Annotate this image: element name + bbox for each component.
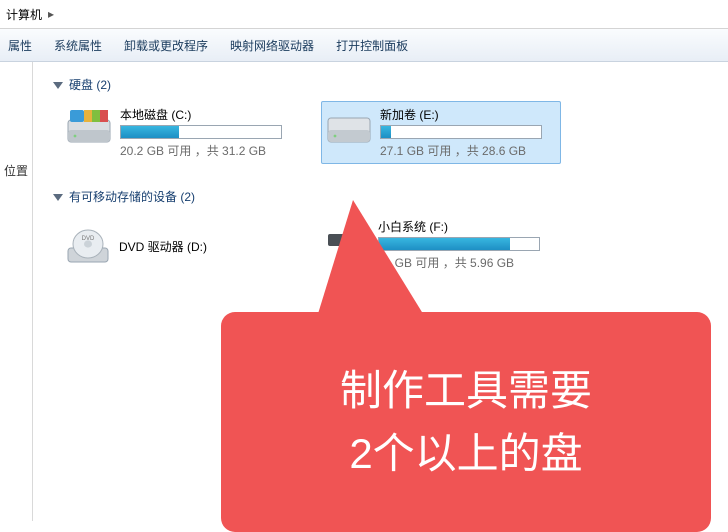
main-area: 位置 硬盘 (2) 本地磁盘 (C:) 20.2 GB 可用 ，共 31.2 G… [0,62,728,521]
drive-name: DVD 驱动器 (D:) [119,238,295,255]
capacity-bar [120,125,282,139]
annotation-callout: 制作工具需要 2个以上的盘 [221,312,711,532]
drive-c[interactable]: 本地磁盘 (C:) 20.2 GB 可用 ，共 31.2 GB [61,101,301,164]
capacity-fill [381,126,391,138]
annotation-line1: 制作工具需要 [340,367,592,414]
toolbar-uninstall[interactable]: 卸载或更改程序 [124,37,208,54]
annotation-line2: 2个以上的盘 [349,430,582,477]
hard-drive-items: 本地磁盘 (C:) 20.2 GB 可用 ，共 31.2 GB 新加卷 (E:)… [47,101,714,178]
hard-disk-icon [66,106,112,146]
toolbar: 属性 系统属性 卸载或更改程序 映射网络驱动器 打开控制面板 [0,29,728,62]
group-hard-drives: 硬盘 (2) 本地磁盘 (C:) 20.2 GB 可用 ，共 31.2 GB [47,76,714,178]
drive-status: 20.2 GB 可用 ，共 31.2 GB [120,142,296,159]
annotation-tail [313,200,433,330]
drive-name: 新加卷 (E:) [380,106,556,123]
breadcrumb-root[interactable]: 计算机 [4,6,44,23]
capacity-bar [380,125,542,139]
drive-name: 本地磁盘 (C:) [120,106,296,123]
toolbar-system-properties[interactable]: 系统属性 [54,37,102,54]
chevron-right-icon[interactable]: ▸ [48,7,54,21]
breadcrumb-bar: 计算机 ▸ [0,0,728,29]
sidebar-location-label: 位置 [0,162,32,179]
capacity-fill [121,126,179,138]
toolbar-properties[interactable]: 属性 [8,37,32,54]
toolbar-map-network-drive[interactable]: 映射网络驱动器 [230,37,314,54]
content-pane: 硬盘 (2) 本地磁盘 (C:) 20.2 GB 可用 ，共 31.2 GB [33,62,728,521]
svg-text:DVD: DVD [82,236,95,242]
drive-status: 27.1 GB 可用 ，共 28.6 GB [380,142,556,159]
collapse-icon [53,82,63,89]
drive-meta: 新加卷 (E:) 27.1 GB 可用 ，共 28.6 GB [380,106,556,159]
drive-d[interactable]: DVD DVD 驱动器 (D:) [61,215,299,280]
dvd-drive-icon: DVD [65,228,111,268]
group-header-hard-drives[interactable]: 硬盘 (2) [53,76,714,93]
drive-meta: 本地磁盘 (C:) 20.2 GB 可用 ，共 31.2 GB [120,106,296,159]
toolbar-control-panel[interactable]: 打开控制面板 [336,37,408,54]
sidebar: 位置 [0,62,33,521]
annotation-text: 制作工具需要 2个以上的盘 [340,359,592,485]
collapse-icon [53,194,63,201]
group-title: 有可移动存储的设备 (2) [69,188,195,205]
group-title: 硬盘 (2) [69,76,111,93]
hard-disk-icon [326,106,372,146]
drive-meta: DVD 驱动器 (D:) [119,238,295,257]
drive-e[interactable]: 新加卷 (E:) 27.1 GB 可用 ，共 28.6 GB [321,101,561,164]
